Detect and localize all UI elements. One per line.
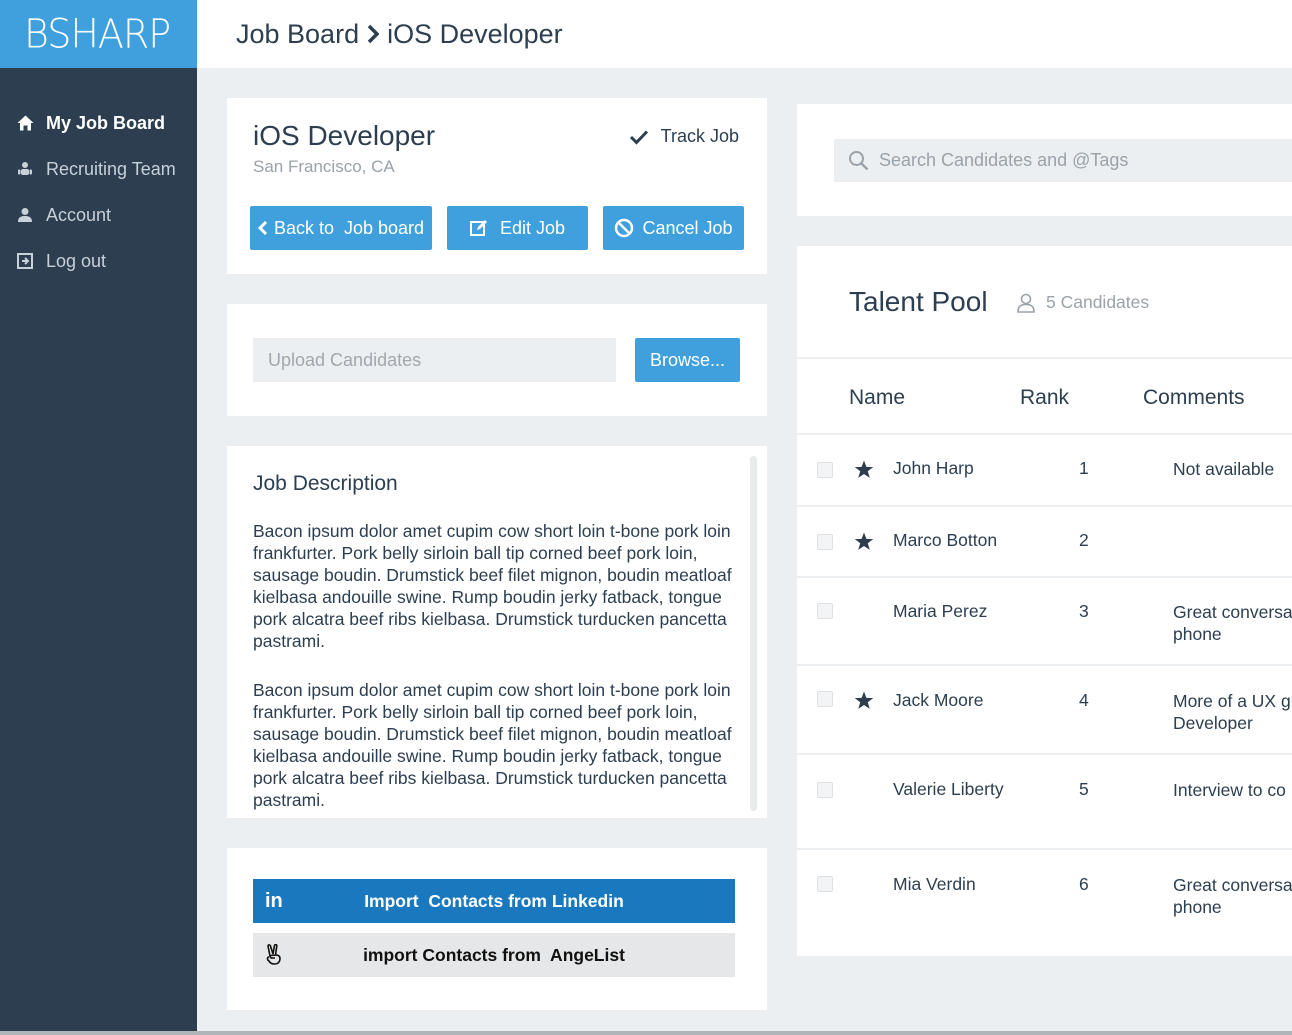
sidebar: BSHARP My Job Board Recruiting Team Acco… [0,0,197,1035]
search-input[interactable]: Search Candidates and @Tags [834,139,1292,182]
import-linkedin-label: Import Contacts from Linkedin [364,890,624,911]
breadcrumb-root[interactable]: Job Board [236,19,359,50]
browse-button-label: Browse... [649,349,726,370]
row-checkbox[interactable] [817,876,833,892]
back-button-label: Back to Job board [273,217,425,238]
candidate-name[interactable]: Jack Moore [893,690,983,711]
breadcrumb: Job Board iOS Developer [236,19,563,50]
home-icon [16,114,34,132]
candidate-rank: 5 [1079,779,1089,799]
job-title: iOS Developer [253,120,436,151]
import-angellist-label: import Contacts from AngeList [363,944,625,965]
row-checkbox[interactable] [817,462,833,478]
candidate-rank: 3 [1079,601,1089,621]
candidate-count-label: 5 Candidates [1046,292,1150,312]
candidate-rank: 6 [1079,874,1089,894]
job-location: San Francisco, CA [253,157,395,176]
sidebar-item-account[interactable]: Account [0,192,197,238]
user-outline-icon [1016,293,1036,313]
row-checkbox[interactable] [817,534,833,550]
candidate-rank: 2 [1079,530,1089,550]
candidate-comment: Great conversa phone [1173,875,1292,917]
table-row[interactable]: Valerie Liberty 5 Interview to co [797,755,1292,847]
candidate-name[interactable]: John Harp [893,458,974,479]
logout-icon [16,252,34,270]
chevron-right-icon [367,24,380,44]
breadcrumb-current: iOS Developer [387,18,563,49]
row-checkbox[interactable] [817,691,833,707]
candidate-rank: 4 [1079,690,1089,710]
sidebar-item-log-out[interactable]: Log out [0,238,197,284]
description-scrollbar[interactable] [750,456,757,811]
import-angellist-button[interactable]: import Contacts from AngeList [253,933,735,977]
candidate-comment: Not available [1173,459,1275,479]
table-row[interactable]: John Harp 1 Not available [797,434,1292,506]
candidate-count: 5 Candidates [1016,292,1149,313]
table-row[interactable]: Marco Botton 2 [797,507,1292,577]
row-checkbox[interactable] [817,782,833,798]
edit-icon [469,219,488,237]
sidebar-item-label: Recruiting Team [46,158,176,179]
talent-pool-title: Talent Pool [849,286,988,317]
candidate-name[interactable]: Valerie Liberty [893,779,1004,800]
sidebar-item-recruiting-team[interactable]: Recruiting Team [0,146,197,192]
upload-card: Browse... [227,304,767,416]
star-icon[interactable] [854,532,874,551]
column-header-name[interactable]: Name [849,386,905,410]
search-placeholder: Search Candidates and @Tags [879,150,1129,170]
brand-logo[interactable]: BSHARP [0,0,197,68]
job-card: iOS Developer San Francisco, CA Track Jo… [227,98,767,274]
candidate-comment: More of a UX gu Developer [1173,691,1292,733]
cancel-job-button[interactable]: Cancel Job [603,206,744,250]
description-paragraph: Bacon ipsum dolor amet cupim cow short l… [253,521,732,651]
search-card: Search Candidates and @Tags [797,104,1292,216]
job-description-title: Job Description [253,472,398,495]
divider [797,357,1292,359]
browse-button[interactable]: Browse... [635,338,740,382]
column-header-rank[interactable]: Rank [1020,386,1069,410]
sidebar-item-label: Account [46,204,112,225]
user-icon [16,206,34,224]
talent-pool-card: Talent Pool 5 Candidates Name Rank Comme… [797,246,1292,956]
cancel-button-label: Cancel Job [642,217,733,238]
logo-text: BSHARP [24,10,171,58]
column-header-comments[interactable]: Comments [1143,386,1245,410]
track-job-toggle[interactable]: Track Job [629,126,739,147]
import-linkedin-button[interactable]: in Import Contacts from Linkedin [253,879,735,923]
row-checkbox[interactable] [817,603,833,619]
description-paragraph: Bacon ipsum dolor amet cupim cow short l… [253,680,732,810]
sidebar-item-label: My Job Board [46,112,166,133]
edit-button-label: Edit Job [499,217,566,238]
import-contacts-card: in Import Contacts from Linkedin import … [227,848,767,1010]
sidebar-item-label: Log out [46,250,107,271]
candidate-name[interactable]: Mia Verdin [893,874,976,895]
candidate-name[interactable]: Marco Botton [893,530,997,551]
sidebar-item-my-job-board[interactable]: My Job Board [0,100,197,146]
candidate-comment: Interview to co [1173,780,1286,800]
candidate-rank: 1 [1079,458,1089,478]
sidebar-nav: My Job Board Recruiting Team Account Log… [0,68,197,284]
track-job-label: Track Job [660,126,739,146]
top-header: Job Board iOS Developer [197,0,1292,68]
job-description-card: Job Description Bacon ipsum dolor amet c… [227,446,767,818]
team-icon [16,160,34,178]
window-bottom-edge [0,1031,1292,1035]
star-icon[interactable] [854,691,874,710]
ban-icon [614,218,634,238]
candidate-name[interactable]: Maria Perez [893,601,987,622]
back-to-job-board-button[interactable]: Back to Job board [250,206,432,250]
search-icon [848,150,869,171]
candidate-comment: Great conversa phone [1173,602,1292,644]
checkmark-icon [629,129,651,145]
table-row[interactable]: Jack Moore 4 More of a UX gu Developer [797,666,1292,754]
edit-job-button[interactable]: Edit Job [447,206,588,250]
job-description-body: Bacon ipsum dolor amet cupim cow short l… [253,520,737,810]
chevron-left-icon [257,220,268,236]
star-icon[interactable] [854,460,874,479]
table-row[interactable]: Maria Perez 3 Great conversa phone [797,578,1292,664]
upload-candidates-input[interactable] [253,338,616,382]
table-row[interactable]: Mia Verdin 6 Great conversa phone [797,850,1292,950]
